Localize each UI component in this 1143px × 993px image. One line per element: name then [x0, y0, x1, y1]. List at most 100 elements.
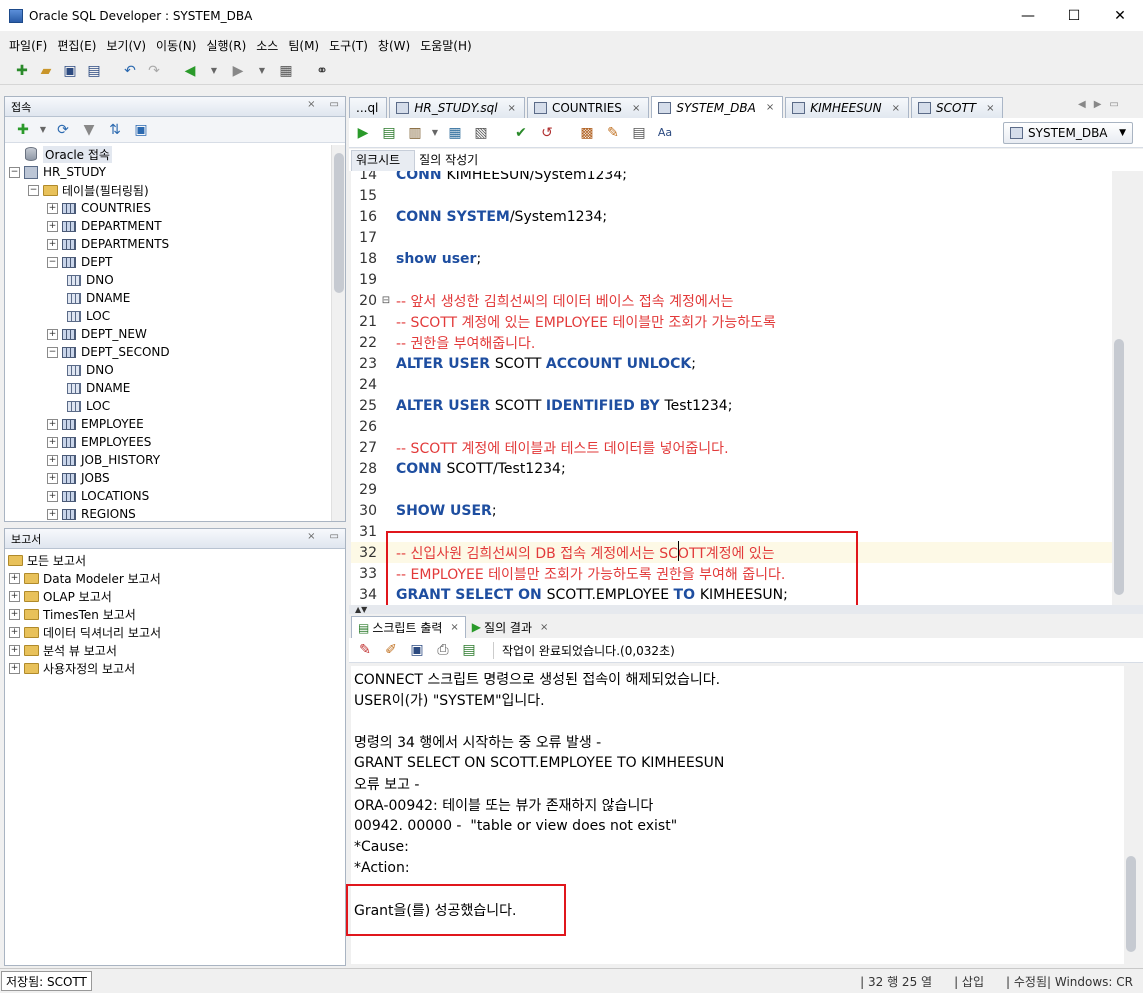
close-tab-icon[interactable]: × — [986, 103, 994, 114]
back-dropdown-icon[interactable]: ▼ — [204, 61, 224, 81]
tab-query-result[interactable]: ▶ 질의 결과 × — [466, 616, 555, 638]
pin-icon[interactable]: ✎ — [355, 640, 375, 660]
report-node[interactable]: + 분석 뷰 보고서 — [5, 641, 345, 659]
menu-view[interactable]: 보기(V) — [101, 37, 151, 54]
document-tab[interactable]: COUNTRIES × — [526, 97, 650, 118]
code-line[interactable]: 16 CONN SYSTEM/System1234; — [351, 206, 1126, 227]
expand-icon[interactable]: + — [47, 418, 58, 430]
tree-node[interactable]: + EMPLOYEES — [5, 433, 345, 451]
expand-icon[interactable]: + — [47, 238, 58, 250]
add-connection-icon[interactable]: ✚ — [13, 120, 33, 140]
eraser-icon[interactable]: ✐ — [381, 640, 401, 660]
expand-icon[interactable]: + — [47, 508, 58, 520]
close-tab-icon[interactable]: × — [632, 103, 640, 114]
add-dropdown-icon[interactable]: ▼ — [39, 120, 47, 140]
commit-icon[interactable]: ✔ — [511, 123, 531, 143]
tree-node[interactable]: DNO — [5, 361, 345, 379]
tab-query-builder[interactable]: 질의 작성기 — [415, 151, 492, 171]
document-tab[interactable]: HR_STUDY.sql × — [389, 97, 525, 118]
tree-node[interactable]: + LOCATIONS — [5, 487, 345, 505]
menu-source[interactable]: 소스 — [251, 37, 283, 54]
tree-node[interactable]: + DEPT_NEW — [5, 325, 345, 343]
tree-node[interactable]: + COUNTRIES — [5, 199, 345, 217]
tree-node[interactable]: DNO — [5, 271, 345, 289]
tree-node[interactable]: − 테이블(필터링됨) — [5, 181, 345, 199]
maximize-button[interactable]: ☐ — [1051, 0, 1097, 31]
expand-icon[interactable]: + — [9, 590, 20, 602]
tree-node[interactable]: + JOBS — [5, 469, 345, 487]
expand-icon[interactable]: + — [47, 220, 58, 232]
code-line[interactable]: 19 — [351, 269, 1126, 290]
rollback-icon[interactable]: ↺ — [537, 123, 557, 143]
refresh-icon[interactable]: ⟳ — [53, 120, 73, 140]
panel-minimize-icon[interactable]: ▭ — [330, 99, 339, 110]
editor-scrollbar[interactable] — [1112, 171, 1126, 605]
undo-icon[interactable]: ↶ — [120, 61, 140, 81]
collapse-icon[interactable]: − — [47, 256, 58, 268]
menu-edit[interactable]: 편집(E) — [52, 37, 101, 54]
report-node[interactable]: + 사용자정의 보고서 — [5, 659, 345, 677]
close-tab-icon[interactable]: × — [766, 102, 774, 113]
code-line[interactable]: 27 -- SCOTT 계정에 테이블과 테스트 데이터를 넣어줍니다. — [351, 437, 1126, 458]
forward-icon[interactable]: ▶ — [228, 61, 248, 81]
tree-node[interactable]: DNAME — [5, 379, 345, 397]
output-scrollbar[interactable] — [1124, 666, 1138, 964]
menu-help[interactable]: 도움말(H) — [415, 37, 477, 54]
close-tab-icon[interactable]: × — [508, 103, 516, 114]
menu-tools[interactable]: 도구(T) — [324, 37, 373, 54]
run-statement-icon[interactable]: ▶ — [353, 123, 373, 143]
autotrace-icon[interactable]: ▥ — [405, 123, 425, 143]
format-icon[interactable]: Aa — [655, 123, 675, 143]
run-script-icon[interactable]: ▤ — [379, 123, 399, 143]
code-line[interactable]: 25 ALTER USER SCOTT IDENTIFIED BY Test123… — [351, 395, 1126, 416]
code-line[interactable]: 30 SHOW USER; — [351, 500, 1126, 521]
tree-node[interactable]: + REGIONS — [5, 505, 345, 521]
collapse-icon[interactable]: − — [28, 184, 39, 196]
output-file-icon[interactable]: ▤ — [459, 640, 479, 660]
sql-tuning-icon[interactable]: ▧ — [471, 123, 491, 143]
save-icon[interactable]: ▣ — [60, 61, 80, 81]
explain-plan-icon[interactable]: ▦ — [445, 123, 465, 143]
code-line[interactable]: 14 CONN KIMHEESUN/System1234; — [351, 171, 1126, 185]
panel-close-icon[interactable]: × — [307, 99, 315, 110]
redo-icon[interactable]: ↷ — [144, 61, 164, 81]
minimize-button[interactable]: — — [1005, 0, 1051, 31]
panel-close-icon[interactable]: × — [307, 531, 315, 542]
code-line[interactable]: 28 CONN SCOTT/Test1234; — [351, 458, 1126, 479]
output-splitter[interactable]: ▲▼ — [349, 605, 1143, 614]
tree-node[interactable]: + DEPARTMENT — [5, 217, 345, 235]
expand-icon[interactable]: + — [47, 490, 58, 502]
tree-node[interactable]: + DEPARTMENTS — [5, 235, 345, 253]
document-tab[interactable]: KIMHEESUN × — [785, 97, 909, 118]
tree-node[interactable]: + EMPLOYEE — [5, 415, 345, 433]
collapse-icon[interactable]: − — [9, 166, 20, 178]
find-binoculars-icon[interactable]: ⚭ — [312, 61, 332, 81]
code-line[interactable]: 20 ⊟ -- 앞서 생성한 김희선씨의 데이터 베이스 접속 계정에서는 — [351, 290, 1126, 311]
expand-icon[interactable]: + — [47, 202, 58, 214]
output-scroll-thumb[interactable] — [1126, 856, 1136, 952]
fold-icon[interactable]: ⊟ — [379, 295, 393, 306]
sql-worksheet-icon[interactable]: ▦ — [276, 61, 296, 81]
menu-navigate[interactable]: 이동(N) — [151, 37, 201, 54]
code-line[interactable]: 18 show user; — [351, 248, 1126, 269]
tree-node[interactable]: LOC — [5, 397, 345, 415]
report-node[interactable]: + OLAP 보고서 — [5, 587, 345, 605]
code-line[interactable]: 21 -- SCOTT 계정에 있는 EMPLOYEE 테이블만 조회가 가능하도… — [351, 311, 1126, 332]
tab-list-icon[interactable]: ▭ — [1109, 99, 1118, 110]
code-line[interactable]: 23 ALTER USER SCOTT ACCOUNT UNLOCK; — [351, 353, 1126, 374]
tab-worksheet[interactable]: 워크시트 — [351, 150, 416, 171]
document-tab[interactable]: SCOTT × — [910, 97, 1004, 118]
tree-node[interactable]: + JOB_HISTORY — [5, 451, 345, 469]
forward-dropdown-icon[interactable]: ▼ — [252, 61, 272, 81]
panel-minimize-icon[interactable]: ▭ — [330, 531, 339, 542]
code-line[interactable]: 22 -- 권한을 부여해줍니다. — [351, 332, 1126, 353]
autotrace-dropdown-icon[interactable]: ▼ — [431, 123, 439, 143]
back-icon[interactable]: ◀ — [180, 61, 200, 81]
document-tab[interactable]: ...ql — [349, 97, 388, 118]
save-output-icon[interactable]: ▣ — [407, 640, 427, 660]
save-all-icon[interactable]: ▤ — [84, 61, 104, 81]
tree-node[interactable]: Oracle 접속 — [5, 145, 345, 163]
report-node[interactable]: + 데이터 딕셔너리 보고서 — [5, 623, 345, 641]
collapse-icon[interactable]: − — [47, 346, 58, 358]
tree-node[interactable]: − DEPT — [5, 253, 345, 271]
